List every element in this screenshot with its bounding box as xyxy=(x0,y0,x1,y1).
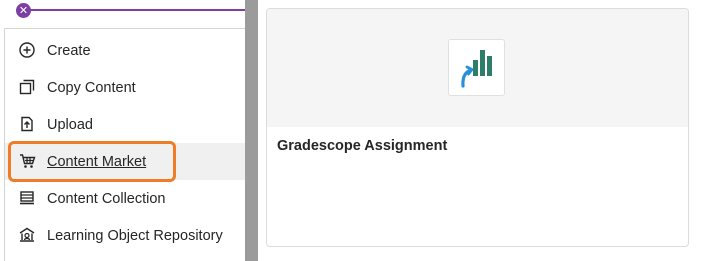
menu-item-content-market[interactable]: Content Market xyxy=(5,143,245,180)
menu-item-label: Upload xyxy=(47,116,93,133)
gradescope-logo-icon xyxy=(448,39,505,96)
card-title[interactable]: Gradescope Assignment xyxy=(277,138,447,154)
close-menu-button[interactable]: ✕ xyxy=(16,3,31,18)
menu-item-label: Learning Object Repository xyxy=(47,227,223,244)
menu-item-copy-content[interactable]: Copy Content xyxy=(5,69,245,106)
menu-item-label: Create xyxy=(47,42,91,59)
left-panel: ✕ Create Copy Content Upload Content Mar… xyxy=(0,0,245,261)
menu-item-create[interactable]: Create xyxy=(5,32,245,69)
menu-item-content-collection[interactable]: Content Collection xyxy=(5,180,245,217)
collection-icon xyxy=(18,189,36,207)
copy-icon xyxy=(18,78,36,96)
menu-item-learning-object-repository[interactable]: Learning Object Repository xyxy=(5,217,245,254)
repository-icon xyxy=(18,226,36,244)
menu-item-label: Copy Content xyxy=(47,79,136,96)
tool-card[interactable]: Gradescope Assignment xyxy=(266,8,689,247)
upload-icon xyxy=(18,115,36,133)
panel-divider xyxy=(245,0,258,261)
add-content-menu: Create Copy Content Upload Content Marke… xyxy=(4,28,245,261)
divider-line xyxy=(30,9,245,11)
menu-item-label: Content Market xyxy=(47,153,147,170)
plus-circle-icon xyxy=(18,41,36,59)
cart-icon xyxy=(18,152,36,170)
menu-item-label: Content Collection xyxy=(47,190,166,207)
menu-item-upload[interactable]: Upload xyxy=(5,106,245,143)
content-area: Gradescope Assignment xyxy=(258,0,702,261)
